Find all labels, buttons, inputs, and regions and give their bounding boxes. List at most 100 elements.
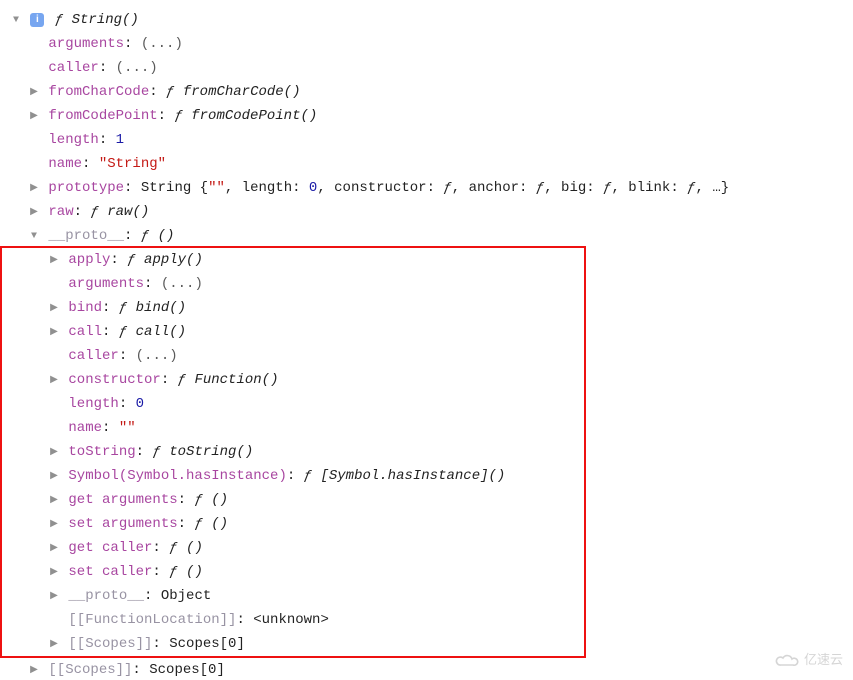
fn-name: fromCodePoint()	[191, 108, 317, 124]
proto-apply[interactable]: ▶ apply: ƒ apply()	[2, 248, 584, 272]
prop-fromCharCode[interactable]: ▶ fromCharCode: ƒ fromCharCode()	[0, 80, 853, 104]
proto-symbol-hasInstance[interactable]: ▶ Symbol(Symbol.hasInstance): ƒ [Symbol.…	[2, 464, 584, 488]
k: constructor	[334, 180, 426, 196]
chevron-right-icon[interactable]: ▶	[48, 537, 60, 561]
fn-name: ()	[186, 540, 203, 556]
prop-key: Symbol(Symbol.hasInstance)	[68, 468, 286, 484]
f-glyph: ƒ	[443, 180, 451, 196]
prop-val: (...)	[136, 348, 178, 364]
proto-toString[interactable]: ▶ toString: ƒ toString()	[2, 440, 584, 464]
chevron-right-icon[interactable]: ▶	[48, 465, 60, 489]
outer-scopes[interactable]: ▶ [[Scopes]]: Scopes[0]	[0, 658, 853, 680]
proto-get-arguments[interactable]: ▶ get arguments: ƒ ()	[2, 488, 584, 512]
prop-key-internal: __proto__	[68, 588, 144, 604]
f-glyph: ƒ	[90, 204, 98, 220]
prop-length[interactable]: ▶ length: 1	[0, 128, 853, 152]
prop-name[interactable]: ▶ name: "String"	[0, 152, 853, 176]
proto-get-caller[interactable]: ▶ get caller: ƒ ()	[2, 536, 584, 560]
prop-key: set caller	[68, 564, 152, 580]
proto-name[interactable]: ▶ name: ""	[2, 416, 584, 440]
chevron-right-icon[interactable]: ▶	[28, 201, 40, 225]
f-glyph: ƒ	[194, 492, 202, 508]
chevron-right-icon[interactable]: ▶	[28, 177, 40, 201]
prop-val: Object	[161, 588, 211, 604]
proto-empty-string: ""	[208, 180, 225, 196]
proto-set-caller[interactable]: ▶ set caller: ƒ ()	[2, 560, 584, 584]
k: anchor	[469, 180, 519, 196]
f-glyph: ƒ	[141, 228, 149, 244]
proto-summary-tail: , …}	[696, 180, 730, 196]
fn-name: ()	[211, 516, 228, 532]
prop-key: call	[68, 324, 102, 340]
fn-name: bind()	[136, 300, 186, 316]
fn-name: raw()	[107, 204, 149, 220]
chevron-right-icon[interactable]: ▶	[48, 297, 60, 321]
chevron-right-icon[interactable]: ▶	[48, 513, 60, 537]
prop-val: 0	[136, 396, 144, 412]
chevron-right-icon[interactable]: ▶	[28, 81, 40, 105]
fn-name: toString()	[169, 444, 253, 460]
k: length	[242, 180, 292, 196]
k: blink	[628, 180, 670, 196]
prop-raw[interactable]: ▶ raw: ƒ raw()	[0, 200, 853, 224]
prop-fromCodePoint[interactable]: ▶ fromCodePoint: ƒ fromCodePoint()	[0, 104, 853, 128]
f-glyph: ƒ	[536, 180, 544, 196]
fn-name: ()	[211, 492, 228, 508]
prop-val: "String"	[99, 156, 166, 172]
prop-key: length	[68, 396, 118, 412]
proto-set-arguments[interactable]: ▶ set arguments: ƒ ()	[2, 512, 584, 536]
proto-constructor[interactable]: ▶ constructor: ƒ Function()	[2, 368, 584, 392]
proto-scopes[interactable]: ▶ [[Scopes]]: Scopes[0]	[2, 632, 584, 656]
chevron-right-icon[interactable]: ▶	[48, 249, 60, 273]
f-glyph: ƒ	[55, 12, 63, 28]
prop-key: apply	[68, 252, 110, 268]
root-line[interactable]: ▼ i ƒ String()	[0, 8, 853, 32]
prop-key: fromCodePoint	[48, 108, 157, 124]
prop-val: <unknown>	[253, 612, 329, 628]
prop-arguments[interactable]: ▶ arguments: (...)	[0, 32, 853, 56]
proto-caller[interactable]: ▶ caller: (...)	[2, 344, 584, 368]
proto-length[interactable]: ▶ length: 0	[2, 392, 584, 416]
proto-call[interactable]: ▶ call: ƒ call()	[2, 320, 584, 344]
chevron-right-icon[interactable]: ▶	[48, 369, 60, 393]
chevron-right-icon[interactable]: ▶	[48, 633, 60, 657]
chevron-right-icon[interactable]: ▶	[28, 105, 40, 129]
watermark: 亿速云	[774, 647, 843, 672]
proto-arguments[interactable]: ▶ arguments: (...)	[2, 272, 584, 296]
prop-val: (...)	[116, 60, 158, 76]
prop-key: get arguments	[68, 492, 177, 508]
fn-name: ()	[186, 564, 203, 580]
prop-caller[interactable]: ▶ caller: (...)	[0, 56, 853, 80]
f-glyph: ƒ	[304, 468, 312, 484]
chevron-right-icon[interactable]: ▶	[48, 561, 60, 585]
proto-inner-proto[interactable]: ▶ __proto__: Object	[2, 584, 584, 608]
chevron-right-icon[interactable]: ▶	[48, 441, 60, 465]
prop-key-internal: [[Scopes]]	[48, 662, 132, 678]
fn-name: call()	[136, 324, 186, 340]
f-glyph: ƒ	[166, 84, 174, 100]
prop-key: arguments	[48, 36, 124, 52]
highlight-box: ▶ apply: ƒ apply() ▶ arguments: (...) ▶ …	[0, 246, 586, 658]
f-glyph: ƒ	[169, 564, 177, 580]
prop-key: length	[48, 132, 98, 148]
prop-key: get caller	[68, 540, 152, 556]
prop-key: arguments	[68, 276, 144, 292]
prop-key: caller	[48, 60, 98, 76]
chevron-down-icon[interactable]: ▼	[10, 9, 22, 33]
prop-key: fromCharCode	[48, 84, 149, 100]
proto-function-location[interactable]: ▶ [[FunctionLocation]]: <unknown>	[2, 608, 584, 632]
prop-proto[interactable]: ▼ __proto__: ƒ ()	[0, 224, 853, 248]
prop-key-internal: [[Scopes]]	[68, 636, 152, 652]
prop-prototype[interactable]: ▶ prototype: String {"", length: 0, cons…	[0, 176, 853, 200]
cloud-icon	[774, 652, 800, 668]
object-inspector-tree: ▼ i ƒ String() ▶ arguments: (...) ▶ call…	[0, 0, 853, 680]
chevron-right-icon[interactable]: ▶	[48, 489, 60, 513]
proto-bind[interactable]: ▶ bind: ƒ bind()	[2, 296, 584, 320]
chevron-right-icon[interactable]: ▶	[48, 585, 60, 609]
chevron-right-icon[interactable]: ▶	[28, 659, 40, 680]
prop-val: (...)	[141, 36, 183, 52]
f-glyph: ƒ	[127, 252, 135, 268]
chevron-right-icon[interactable]: ▶	[48, 321, 60, 345]
prop-val: ""	[119, 420, 136, 436]
fn-name: fromCharCode()	[183, 84, 301, 100]
